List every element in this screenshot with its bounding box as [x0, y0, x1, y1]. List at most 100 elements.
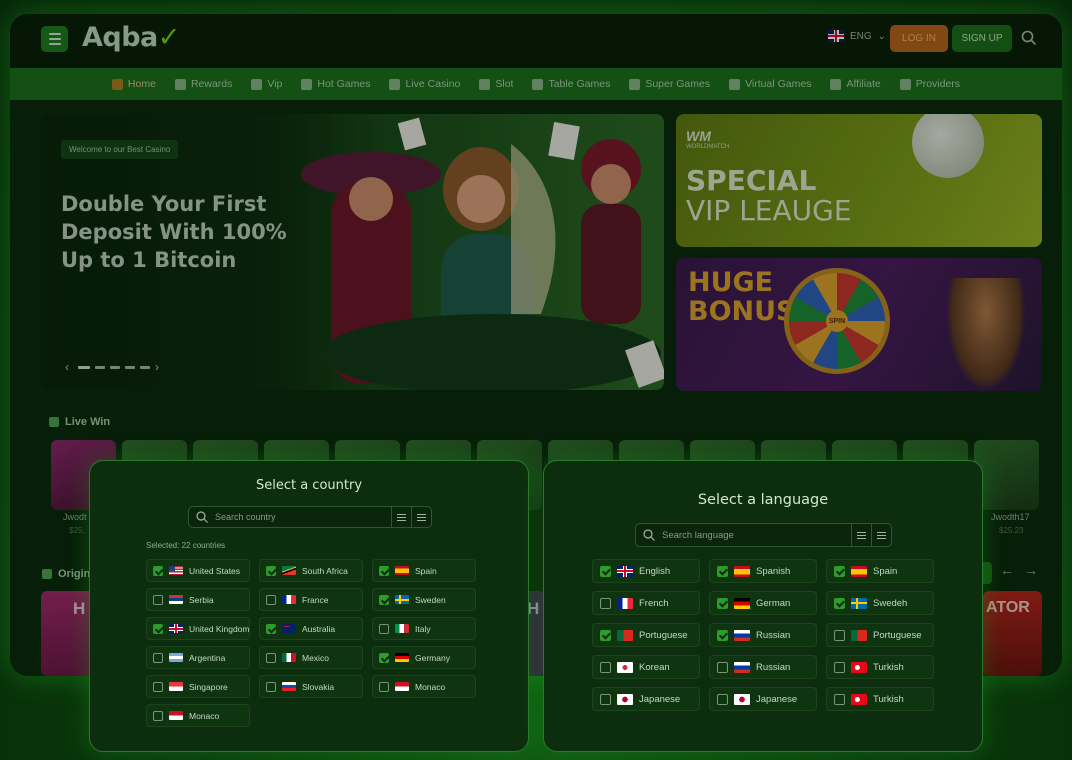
option-united-kingdom[interactable]: United Kingdom [146, 617, 250, 640]
nav-item-super-games[interactable]: Super Games [629, 78, 710, 90]
country-search-field[interactable]: Search country [188, 506, 432, 528]
nav-item-affiliate[interactable]: Affiliate [830, 78, 881, 90]
checkbox-icon[interactable] [153, 710, 163, 721]
checkbox-checked-icon[interactable] [153, 565, 163, 576]
checkbox-icon[interactable] [379, 681, 389, 692]
option-france[interactable]: France [259, 588, 363, 611]
game-thumbnail[interactable] [974, 440, 1039, 510]
grid-view-icon[interactable] [411, 507, 431, 527]
checkbox-icon[interactable] [153, 594, 163, 605]
option-argentina[interactable]: Argentina [146, 646, 250, 669]
search-icon[interactable] [1020, 29, 1038, 47]
option-french[interactable]: French [592, 591, 700, 615]
option-germany[interactable]: Germany [372, 646, 476, 669]
slider-dot[interactable] [78, 365, 90, 369]
checkbox-checked-icon[interactable] [717, 597, 728, 609]
checkbox-checked-icon[interactable] [379, 652, 389, 663]
option-south-africa[interactable]: South Africa [259, 559, 363, 582]
option-russian[interactable]: Russian [709, 623, 817, 647]
option-united-states[interactable]: United States [146, 559, 250, 582]
country-search-input[interactable]: Search country [215, 512, 391, 522]
option-monaco[interactable]: Monaco [372, 675, 476, 698]
option-australia[interactable]: Australia [259, 617, 363, 640]
language-switcher[interactable]: ENG ⌄ [828, 30, 886, 42]
checkbox-icon[interactable] [834, 629, 845, 641]
nav-item-hot-games[interactable]: Hot Games [301, 78, 370, 90]
checkbox-checked-icon[interactable] [717, 629, 728, 641]
language-search-input[interactable]: Search language [662, 530, 851, 541]
option-spain[interactable]: Spain [372, 559, 476, 582]
nav-item-rewards[interactable]: Rewards [174, 78, 232, 90]
signup-button[interactable]: SIGN UP [952, 25, 1012, 52]
checkbox-icon[interactable] [600, 661, 611, 673]
nav-item-vip[interactable]: Vip [251, 78, 282, 90]
option-singapore[interactable]: Singapore [146, 675, 250, 698]
option-japanese[interactable]: Japanese [709, 687, 817, 711]
vip-league-banner[interactable]: WM WORLDMATCH SPECIAL VIP LEAUGE [676, 114, 1042, 247]
chevron-right-icon[interactable]: › [155, 361, 163, 373]
checkbox-icon[interactable] [834, 661, 845, 673]
checkbox-icon[interactable] [266, 594, 276, 605]
checkbox-icon[interactable] [379, 623, 389, 634]
option-italy[interactable]: Italy [372, 617, 476, 640]
nav-item-providers[interactable]: Providers [899, 78, 960, 90]
grid-view-icon[interactable] [871, 524, 891, 546]
checkbox-icon[interactable] [153, 652, 163, 663]
checkbox-checked-icon[interactable] [153, 623, 163, 634]
language-search-field[interactable]: Search language [635, 523, 892, 547]
checkbox-checked-icon[interactable] [834, 597, 845, 609]
option-slovakia[interactable]: Slovakia [259, 675, 363, 698]
option-turkish[interactable]: Turkish [826, 687, 934, 711]
checkbox-checked-icon[interactable] [266, 623, 276, 634]
nav-item-live-casino[interactable]: Live Casino [389, 78, 460, 90]
original-game-card[interactable]: ATOR [983, 591, 1042, 676]
slider-dot[interactable] [125, 365, 135, 369]
hamburger-menu-button[interactable] [41, 26, 68, 52]
huge-bonus-banner[interactable]: HUGE BONUS SPIN [676, 258, 1042, 391]
checkbox-icon[interactable] [266, 681, 276, 692]
checkbox-checked-icon[interactable] [379, 565, 389, 576]
checkbox-checked-icon[interactable] [266, 565, 276, 576]
checkbox-checked-icon[interactable] [717, 565, 728, 577]
checkbox-icon[interactable] [153, 681, 163, 692]
arrow-right-icon[interactable]: → [1024, 562, 1038, 578]
site-logo[interactable]: Aqba✓ [82, 22, 180, 53]
option-spanish[interactable]: Spanish [709, 559, 817, 583]
option-mexico[interactable]: Mexico [259, 646, 363, 669]
nav-item-home[interactable]: Home [111, 78, 156, 90]
slider-dot[interactable] [140, 365, 150, 369]
option-portuguese[interactable]: Portuguese [592, 623, 700, 647]
option-spain[interactable]: Spain [826, 559, 934, 583]
list-view-icon[interactable] [851, 524, 871, 546]
option-german[interactable]: German [709, 591, 817, 615]
arrow-left-icon[interactable]: ← [1000, 562, 1014, 578]
checkbox-checked-icon[interactable] [600, 565, 611, 577]
option-russian[interactable]: Russian [709, 655, 817, 679]
checkbox-checked-icon[interactable] [834, 565, 845, 577]
option-sweden[interactable]: Sweden [372, 588, 476, 611]
checkbox-icon[interactable] [600, 693, 611, 705]
option-swedeh[interactable]: Swedeh [826, 591, 934, 615]
checkbox-icon[interactable] [600, 597, 611, 609]
checkbox-icon[interactable] [717, 693, 728, 705]
checkbox-icon[interactable] [717, 661, 728, 673]
option-portuguese[interactable]: Portuguese [826, 623, 934, 647]
checkbox-icon[interactable] [266, 652, 276, 663]
nav-item-table-games[interactable]: Table Games [532, 78, 610, 90]
list-view-icon[interactable] [391, 507, 411, 527]
checkbox-checked-icon[interactable] [379, 594, 389, 605]
option-turkish[interactable]: Turkish [826, 655, 934, 679]
nav-item-slot[interactable]: Slot [479, 78, 513, 90]
option-korean[interactable]: Korean [592, 655, 700, 679]
nav-item-virtual-games[interactable]: Virtual Games [729, 78, 811, 90]
option-english[interactable]: English [592, 559, 700, 583]
slider-dot[interactable] [95, 365, 105, 369]
option-monaco[interactable]: Monaco [146, 704, 250, 727]
login-button[interactable]: LOG IN [890, 25, 948, 52]
slider-dot[interactable] [110, 365, 120, 369]
checkbox-checked-icon[interactable] [600, 629, 611, 641]
checkbox-icon[interactable] [834, 693, 845, 705]
option-japanese[interactable]: Japanese [592, 687, 700, 711]
chevron-left-icon[interactable]: ‹ [65, 361, 73, 373]
option-serbia[interactable]: Serbia [146, 588, 250, 611]
